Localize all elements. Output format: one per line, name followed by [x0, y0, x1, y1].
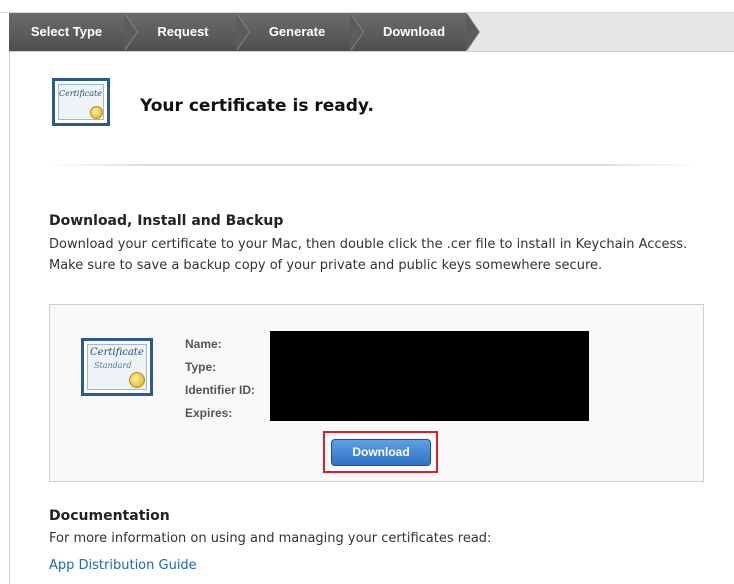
field-label-identifier: Identifier ID: [185, 383, 256, 397]
certificate-icon-text: Certificate [90, 347, 144, 358]
chevron-right-icon [236, 13, 249, 51]
certificate-standard-icon: Certificate Standard [81, 338, 153, 396]
documentation-heading: Documentation [49, 508, 170, 524]
certificate-icon: Certificate [52, 78, 110, 126]
certificate-icon-text: Certificate [59, 89, 102, 98]
certificate-icon-subtext: Standard [94, 361, 132, 370]
wizard-step-label: Download [382, 24, 446, 39]
install-heading: Download, Install and Backup [49, 213, 284, 229]
wizard-step-label: Generate [268, 24, 326, 39]
field-label-name: Name: [185, 337, 222, 351]
wizard-step-select-type[interactable]: Select Type [9, 13, 138, 51]
chevron-right-icon [466, 13, 479, 51]
chevron-right-icon [124, 13, 137, 51]
page-title: Your certificate is ready. [140, 96, 374, 116]
header-divider [49, 164, 697, 166]
app-distribution-guide-link[interactable]: App Distribution Guide [49, 558, 197, 573]
wizard-step-request[interactable]: Request [124, 13, 250, 51]
documentation-description: For more information on using and managi… [49, 531, 492, 546]
seal-icon [90, 106, 103, 119]
wizard-step-generate[interactable]: Generate [236, 13, 364, 51]
top-edge [0, 0, 734, 13]
field-label-expires: Expires: [185, 406, 233, 420]
chevron-right-icon [350, 13, 363, 51]
wizard-step-label: Select Type [30, 24, 103, 39]
left-border [9, 50, 10, 584]
seal-icon [129, 372, 145, 388]
redacted-values [270, 331, 589, 421]
install-description: Download your certificate to your Mac, t… [49, 237, 688, 273]
download-button[interactable]: Download [331, 439, 431, 466]
wizard-step-download[interactable]: Download [350, 13, 480, 51]
wizard-breadcrumb: Select Type Request Generate Download [9, 13, 734, 52]
page: Select Type Request Generate Download Ce… [0, 0, 734, 584]
field-label-type: Type: [185, 360, 217, 374]
wizard-step-label: Request [157, 24, 209, 39]
